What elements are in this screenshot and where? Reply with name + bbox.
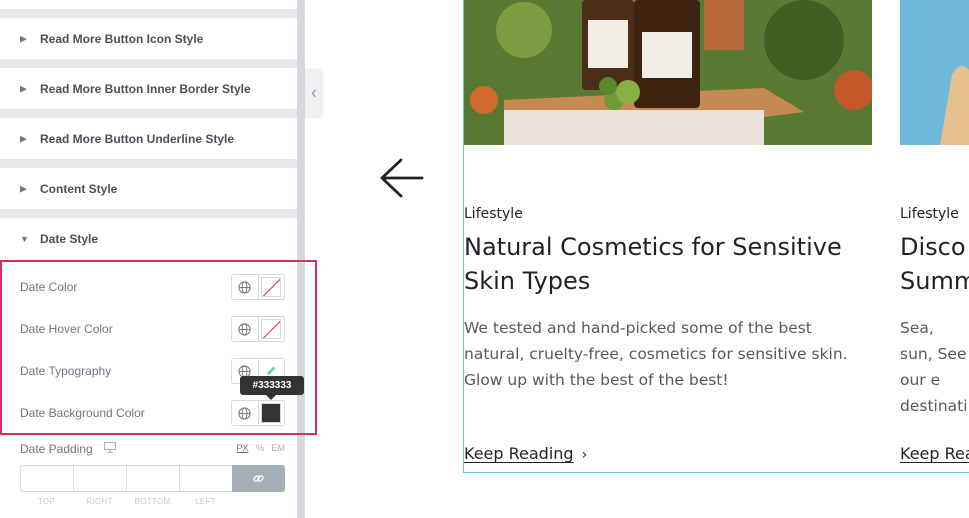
panel-scrollbar[interactable]	[297, 0, 305, 518]
label-bottom: BOTTOM	[134, 497, 171, 506]
section-title: Content Style	[40, 181, 118, 196]
chevron-left-icon	[311, 89, 316, 98]
padding-top-input[interactable]	[20, 465, 73, 492]
control-date-padding: Date Padding PX % EM	[20, 440, 285, 458]
control-buttons	[231, 316, 285, 342]
globe-icon	[238, 322, 251, 336]
section-divider	[0, 209, 297, 218]
post-category[interactable]: Lifestyle	[464, 206, 523, 222]
link-icon	[253, 475, 264, 482]
control-buttons	[231, 274, 285, 300]
link-label: Keep Reading	[464, 444, 574, 463]
arrow-left-icon[interactable]	[378, 157, 424, 199]
section-read-more-icon-style[interactable]: ▶ Read More Button Icon Style	[0, 18, 297, 59]
control-date-hover-color: Date Hover Color	[20, 316, 285, 342]
section-divider	[0, 59, 297, 68]
control-date-color: Date Color	[20, 274, 285, 300]
link-label: Keep Rea	[900, 444, 969, 463]
keep-reading-link[interactable]: Keep Reading ›	[464, 444, 587, 463]
global-colors-button[interactable]	[232, 401, 259, 425]
global-colors-button[interactable]	[232, 275, 259, 299]
editor-panel: ▶ Read More Button Icon Style ▶ Read Mor…	[0, 0, 305, 518]
post-image[interactable]	[900, 0, 969, 145]
padding-labels: TOP RIGHT BOTTOM LEFT	[20, 497, 285, 506]
control-label: Date Padding	[20, 442, 93, 456]
label-right: RIGHT	[86, 497, 113, 506]
filled-color-swatch	[261, 403, 282, 423]
unit-em[interactable]: EM	[272, 443, 286, 453]
padding-right-input[interactable]	[73, 465, 126, 492]
section-title: Read More Button Inner Border Style	[40, 81, 251, 96]
cosmetics-photo	[464, 0, 872, 145]
label-left: LEFT	[195, 497, 216, 506]
section-content-style[interactable]: ▶ Content Style	[0, 168, 297, 209]
control-date-background-color: Date Background Color	[20, 400, 285, 426]
empty-color-swatch	[261, 277, 282, 297]
control-label: Date Background Color	[20, 406, 145, 420]
section-divider	[0, 9, 297, 18]
post-title[interactable]: Natural Cosmetics for Sensitive Skin Typ…	[464, 230, 864, 298]
desktop-monitor-icon[interactable]	[104, 442, 116, 453]
global-colors-button[interactable]	[232, 317, 259, 341]
section-read-more-inner-border-style[interactable]: ▶ Read More Button Inner Border Style	[0, 68, 297, 109]
caret-right-icon: ▶	[20, 183, 27, 193]
caret-down-icon: ▼	[20, 233, 29, 244]
color-picker-button[interactable]	[259, 275, 285, 299]
section-title: Date Style	[40, 231, 99, 246]
globe-icon	[238, 406, 251, 420]
section-read-more-underline-style[interactable]: ▶ Read More Button Underline Style	[0, 118, 297, 159]
unit-px[interactable]: PX	[236, 443, 248, 453]
section-divider	[0, 159, 297, 168]
caret-right-icon: ▶	[20, 83, 27, 93]
control-label: Date Typography	[20, 364, 112, 378]
color-picker-button[interactable]	[259, 401, 285, 425]
panel-content: ▶ Read More Button Icon Style ▶ Read Mor…	[0, 0, 297, 518]
control-label: Date Color	[20, 280, 78, 294]
post-title[interactable]: Disco Summ	[900, 230, 969, 298]
collapse-panel-button[interactable]	[305, 69, 322, 118]
post-image[interactable]	[464, 0, 872, 145]
control-label: Date Hover Color	[20, 322, 113, 336]
globe-icon	[238, 280, 251, 294]
section-title: Read More Button Icon Style	[40, 31, 204, 46]
control-buttons	[231, 400, 285, 426]
keep-reading-link[interactable]: Keep Rea	[900, 444, 969, 463]
color-picker-button[interactable]	[259, 317, 285, 341]
post-category[interactable]: Lifestyle	[900, 206, 959, 222]
padding-left-input[interactable]	[179, 465, 232, 492]
chevron-right-icon: ›	[581, 447, 588, 463]
unit-percent[interactable]: %	[256, 443, 264, 453]
caret-right-icon: ▶	[20, 133, 27, 143]
caret-right-icon: ▶	[20, 33, 27, 43]
post-excerpt: Sea, sun, See our e destinati	[900, 319, 968, 415]
unit-switcher: PX % EM	[231, 443, 285, 453]
section-divider	[0, 109, 297, 118]
label-top: TOP	[37, 497, 56, 506]
post-excerpt: We tested and hand-picked some of the be…	[464, 319, 848, 389]
beach-photo	[900, 0, 969, 145]
padding-bottom-input[interactable]	[126, 465, 179, 492]
link-values-button[interactable]	[232, 465, 285, 492]
padding-dimensions	[20, 465, 285, 492]
color-tooltip: #333333	[240, 376, 304, 400]
empty-color-swatch	[261, 319, 282, 339]
section-date-style[interactable]: ▼ Date Style	[0, 218, 297, 259]
section-title: Read More Button Underline Style	[40, 131, 235, 146]
